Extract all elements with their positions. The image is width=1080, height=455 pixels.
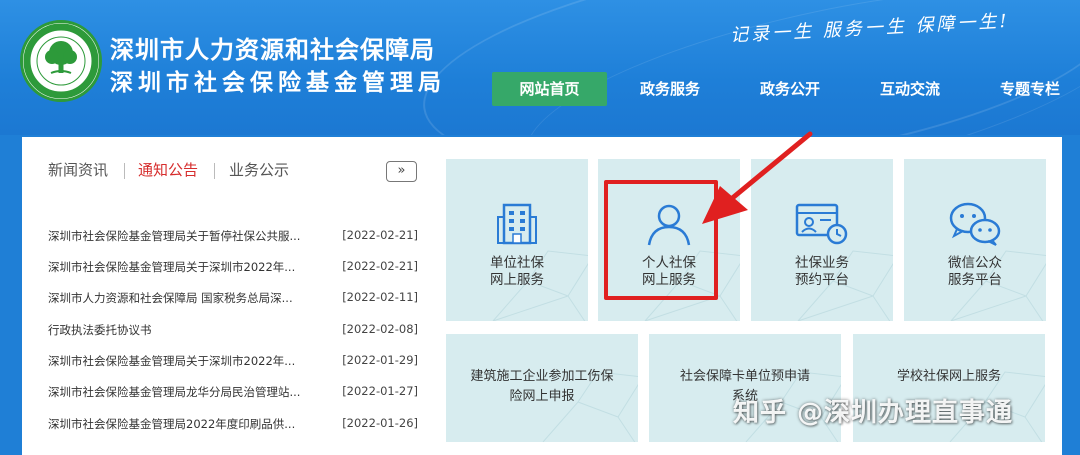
notice-date: [2022-02-08] bbox=[342, 322, 418, 336]
wechat-icon bbox=[949, 202, 1001, 246]
building-icon bbox=[497, 203, 537, 245]
nav-item-special-topics[interactable]: 专题专栏 bbox=[975, 72, 1080, 106]
more-button[interactable]: » bbox=[386, 161, 417, 182]
notice-date: [2022-01-27] bbox=[342, 384, 418, 398]
list-item[interactable]: 深圳市社会保险基金管理局关于暂停社保公共服... [2022-02-21] bbox=[48, 228, 418, 248]
tile-label-line1: 社保业务 bbox=[795, 255, 849, 271]
tile-label-line1: 单位社保 bbox=[490, 255, 544, 271]
notice-title[interactable]: 深圳市社会保险基金管理局关于暂停社保公共服... bbox=[48, 228, 300, 244]
service-tile-employer-social-security[interactable]: 单位社保 网上服务 bbox=[446, 159, 588, 321]
site-header: 深圳市人力资源和社会保障局 深圳市社会保险基金管理局 记录一生 服务一生 保障一… bbox=[0, 0, 1080, 135]
tile-label-line1: 建筑施工企业参加工伤保 bbox=[470, 369, 614, 384]
notice-date: [2022-02-11] bbox=[342, 290, 418, 304]
notice-title[interactable]: 深圳市社会保险基金管理局关于深圳市2022年... bbox=[48, 353, 295, 369]
site-subtitle: 深圳市社会保险基金管理局 bbox=[110, 69, 446, 96]
tile-label-line2: 险网上申报 bbox=[509, 389, 575, 404]
service-tile-construction-injury-insurance[interactable]: 建筑施工企业参加工伤保 险网上申报 bbox=[446, 334, 638, 442]
tile-label-line2: 网上服务 bbox=[490, 272, 544, 288]
list-item[interactable]: 深圳市社会保险基金管理局关于深圳市2022年... [2022-02-21] bbox=[48, 259, 418, 279]
notice-date: [2022-02-21] bbox=[342, 228, 418, 242]
tab-divider bbox=[124, 163, 125, 179]
list-item[interactable]: 行政执法委托协议书 [2022-02-08] bbox=[48, 322, 418, 342]
notice-title[interactable]: 深圳市人力资源和社会保障局 国家税务总局深... bbox=[48, 290, 293, 306]
tile-label-line1: 学校社保网上服务 bbox=[896, 369, 1001, 384]
tab-business-publicity[interactable]: 业务公示 bbox=[229, 159, 289, 180]
nav-item-government-services[interactable]: 政务服务 bbox=[615, 72, 725, 106]
list-item[interactable]: 深圳市社会保险基金管理局关于深圳市2022年... [2022-01-29] bbox=[48, 353, 418, 373]
tile-label-line1: 微信公众 bbox=[948, 255, 1002, 271]
tab-news[interactable]: 新闻资讯 bbox=[48, 159, 108, 180]
nav-item-government-affairs[interactable]: 政务公开 bbox=[735, 72, 845, 106]
service-tile-wechat[interactable]: 微信公众 服务平台 bbox=[904, 159, 1046, 321]
notice-date: [2022-01-29] bbox=[342, 353, 418, 367]
tab-notices[interactable]: 通知公告 bbox=[138, 159, 198, 180]
tile-label-line1: 社会保障卡单位预申请 bbox=[679, 369, 810, 384]
tile-label-line2: 预约平台 bbox=[795, 272, 849, 288]
list-item[interactable]: 深圳市社会保险基金管理局龙华分局民治管理站... [2022-01-27] bbox=[48, 384, 418, 404]
nav-item-home[interactable]: 网站首页 bbox=[492, 72, 607, 106]
notice-title[interactable]: 行政执法委托协议书 bbox=[48, 322, 152, 338]
notice-date: [2022-01-26] bbox=[342, 416, 418, 430]
notice-title[interactable]: 深圳市社会保险基金管理局2022年度印刷品供... bbox=[48, 416, 295, 432]
watermark: 知乎 @深圳办理直事通 bbox=[733, 398, 1014, 428]
notice-title[interactable]: 深圳市社会保险基金管理局龙华分局民治管理站... bbox=[48, 384, 300, 400]
tile-label-line2: 服务平台 bbox=[948, 272, 1002, 288]
notice-date: [2022-02-21] bbox=[342, 259, 418, 273]
list-item[interactable]: 深圳市社会保险基金管理局2022年度印刷品供... [2022-01-26] bbox=[48, 416, 418, 436]
tab-divider bbox=[214, 163, 215, 179]
tree-seal-icon[interactable] bbox=[20, 20, 102, 102]
notice-title[interactable]: 深圳市社会保险基金管理局关于深圳市2022年... bbox=[48, 259, 295, 275]
red-arrow-icon bbox=[702, 131, 813, 224]
site-title: 深圳市人力资源和社会保障局 bbox=[110, 36, 435, 64]
nav-item-interaction[interactable]: 互动交流 bbox=[855, 72, 965, 106]
list-item[interactable]: 深圳市人力资源和社会保障局 国家税务总局深... [2022-02-11] bbox=[48, 290, 418, 310]
